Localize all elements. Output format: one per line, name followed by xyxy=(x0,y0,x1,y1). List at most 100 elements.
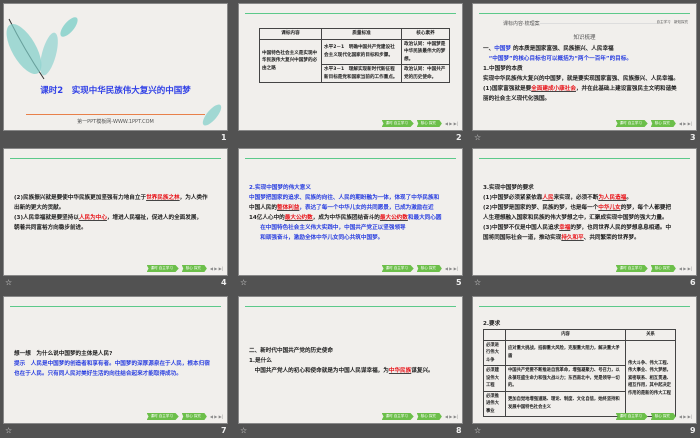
slide-number: 1 xyxy=(221,133,227,142)
nav-arrows-icon[interactable]: ◀ ▶ ▶| xyxy=(679,414,692,419)
slide-number: 5 xyxy=(456,278,462,287)
nav-self-study-button[interactable]: 课时 自主学习 xyxy=(615,120,648,127)
relation-cell: 伟大斗争、伟大工程、伟大事业、伟大梦想，紧密联系、相互贯通、相互作用，其中起决定… xyxy=(625,339,676,417)
text-segment: 14亿人心中的 xyxy=(249,215,285,221)
slide-thumbnail-4[interactable]: (2)民族振兴就是要使中华民族更加坚强有力地自立于世界民族之林，为人类作 出新的更… xyxy=(3,148,228,276)
slide-thumbnail-9[interactable]: 2.要求 内容 关系 必须进行伟大斗争 应对重大挑战，抵御重大风险，克服重大阻力，解决重… xyxy=(472,296,697,424)
text-segment: 在中国特色社会主义伟大实践中，中国共产党正以坚强领导 xyxy=(249,225,406,231)
text-segment: 提示 人民是中国梦的创造者和享有者。中国梦的深厚源泉在于人民，根本归宿 xyxy=(14,361,210,367)
text-line: 在中国特色社会主义伟大实践中，中国共产党正以坚强领导 xyxy=(249,223,454,233)
nav-self-study-button[interactable]: 课时 自主学习 xyxy=(381,265,414,272)
slide-nav: 课时 自主学习 核心 探究 ◀ ▶ ▶| xyxy=(381,265,458,272)
slide-content: 想一想 为什么说中国梦的主体是人民? 提示 人民是中国梦的创造者和享有者。中国梦的… xyxy=(14,349,219,379)
nav-core-explore-button[interactable]: 核心 探究 xyxy=(416,413,442,420)
transition-star-icon[interactable]: ☆ xyxy=(5,278,12,287)
table-cell: 中国特色社会主义是实现中华民族伟大复兴中国梦的必由之路 xyxy=(259,38,322,83)
nav-core-explore-button[interactable]: 核心 探究 xyxy=(416,120,442,127)
text-segment: (3)中国梦不仅是中国人民追求 xyxy=(483,225,560,231)
slide-content: 二、新时代中国共产党的历史使命 1.是什么 中国共产党人的初心和使命就是为中国人民… xyxy=(249,346,454,376)
text-segment: 中国梦把国家的追求、民族的向往、人民的期盼融为一体，体现了中华民族和 xyxy=(249,195,440,201)
text-segment: 朝着共同富裕方向稳步前进。 xyxy=(14,225,87,231)
nav-self-study-button[interactable]: 课时 自主学习 xyxy=(615,265,648,272)
green-rule xyxy=(10,306,221,307)
slide-thumbnail-2[interactable]: 课标内容 质量标准 核心素养 中国特色社会主义是实现中华民族伟大复兴中国梦的必由之路水… xyxy=(238,3,463,131)
divider-line xyxy=(26,114,205,115)
transition-star-icon[interactable]: ☆ xyxy=(474,426,481,435)
text-segment: 丽的社会主义现代化强国。 xyxy=(483,96,551,102)
slide-thumbnail-5[interactable]: 2.实现中国梦的伟大意义 中国梦把国家的追求、民族的向往、人民的期盼融为一体，体现… xyxy=(238,148,463,276)
slide-nav: 课时 自主学习 核心 探究 ◀ ▶ ▶| xyxy=(146,413,223,420)
text-line: 想一想 为什么说中国梦的主体是人民? xyxy=(14,349,219,359)
text-line: 中国人民的整体利益，表达了每一个中华儿女的共同愿景，已成为激励在近 xyxy=(249,203,454,213)
slide-header: 课标内容·梳理案 自主学习 新知探究 xyxy=(481,20,688,27)
text-line: 出新的更大的贡献。 xyxy=(14,203,219,213)
nav-arrows-icon[interactable]: ◀ ▶ ▶| xyxy=(679,266,692,271)
text-line: 实现中华民族伟大复兴的中国梦，就是要实现国家富强、民族振兴、人民幸福。 xyxy=(483,74,688,84)
table-cell: 水平3－1 理解实现新时代新征程新目标是党和国家当前的工作重点。 xyxy=(321,64,402,83)
nav-self-study-button[interactable]: 课时 自主学习 xyxy=(381,413,414,420)
nav-self-study-button[interactable]: 课时 自主学习 xyxy=(146,265,179,272)
table-cell: 政治认同：中国梦是中华民族最伟大的梦想。 xyxy=(401,38,450,65)
green-rule xyxy=(245,158,456,159)
slide-thumbnail-1[interactable]: 课时2 实现中华民族伟大复兴的中国梦 第一PPT模板网-WWW.1PPT.COM xyxy=(3,3,228,131)
nav-self-study-button[interactable]: 课时 自主学习 xyxy=(615,413,648,420)
transition-star-icon[interactable]: ☆ xyxy=(474,133,481,142)
slide-thumbnail-3[interactable]: 课标内容·梳理案 自主学习 新知探究 知识梳理 一、中国梦 的本质是国家富强、民族振兴… xyxy=(472,3,697,131)
text-segment: 实现中华民族伟大复兴的中国梦，就是要实现国家富强、民族振兴、人民幸福。 xyxy=(483,76,679,82)
text-segment: 谋复兴。 xyxy=(411,368,434,374)
text-segment: 1.中国梦的本质 xyxy=(483,66,523,72)
text-line: 丽的社会主义现代化强国。 xyxy=(483,94,688,104)
slide-number: 8 xyxy=(456,426,462,435)
nav-arrows-icon[interactable]: ◀ ▶ ▶| xyxy=(679,121,692,126)
feather-decoration-icon xyxy=(202,104,222,126)
nav-arrows-icon[interactable]: ◀ ▶ ▶| xyxy=(445,266,458,271)
nav-core-explore-button[interactable]: 核心 探究 xyxy=(181,265,207,272)
text-segment: 。 xyxy=(626,195,632,201)
table-header: 关系 xyxy=(625,329,676,341)
table-cell: 政治认同：中国共产党的历史使命。 xyxy=(401,64,450,83)
text-line: 1.是什么 xyxy=(249,356,454,366)
fill-in-answer: 最大公约数 xyxy=(284,215,313,221)
nav-core-explore-button[interactable]: 核心 探究 xyxy=(416,265,442,272)
transition-star-icon[interactable]: ☆ xyxy=(240,278,247,287)
nav-arrows-icon[interactable]: ◀ ▶ ▶| xyxy=(210,414,223,419)
text-segment: 也在于人民。只有同人民对美好生活的向往结合起来才能取得成功。 xyxy=(14,371,182,377)
slide-content: (2)民族振兴就是要使中华民族更加坚强有力地自立于世界民族之林，为人类作 出新的更… xyxy=(14,193,219,233)
table-cell: 水平2－1 明确中国共产党建设社会主义现代化国家的目标和步骤。 xyxy=(321,38,402,65)
slide-number: 7 xyxy=(221,426,227,435)
green-rule xyxy=(245,13,456,14)
slide-number: 4 xyxy=(221,278,227,287)
nav-self-study-button[interactable]: 课时 自主学习 xyxy=(146,413,179,420)
slide-number: 2 xyxy=(456,133,462,142)
nav-core-explore-button[interactable]: 核心 探究 xyxy=(181,413,207,420)
header-label: 课标内容·梳理案 xyxy=(481,20,540,27)
transition-star-icon[interactable]: ☆ xyxy=(474,278,481,287)
slide-thumbnail-8[interactable]: 二、新时代中国共产党的历史使命 1.是什么 中国共产党人的初心和使命就是为中国人民… xyxy=(238,296,463,424)
text-segment: 中国共产党人的初心和使命就是为中国人民谋幸福，为 xyxy=(249,368,389,374)
nav-core-explore-button[interactable]: 核心 探究 xyxy=(650,120,676,127)
green-rule xyxy=(10,158,221,159)
nav-arrows-icon[interactable]: ◀ ▶ ▶| xyxy=(445,414,458,419)
green-rule xyxy=(479,158,690,159)
nav-core-explore-button[interactable]: 核心 探究 xyxy=(650,265,676,272)
slide-thumbnail-6[interactable]: 3.实现中国梦的要求 (1)中国梦必须紧紧依靠人民来实现，必须不断为人民造福。 (2… xyxy=(472,148,697,276)
text-line: 1.中国梦的本质 xyxy=(483,64,688,74)
nav-self-study-button[interactable]: 课时 自主学习 xyxy=(381,120,414,127)
text-line: 和顽强奋斗，激励全体中华儿女同心共筑中国梦。 xyxy=(249,233,454,243)
fill-in-answer: 整体利益 xyxy=(276,205,300,211)
nav-arrows-icon[interactable]: ◀ ▶ ▶| xyxy=(210,266,223,271)
text-line: (1)中国梦必须紧紧依靠人民来实现，必须不断为人民造福。 xyxy=(483,193,688,203)
slide-thumbnail-7[interactable]: 想一想 为什么说中国梦的主体是人民? 提示 人民是中国梦的创造者和享有者。中国梦的… xyxy=(3,296,228,424)
nav-core-explore-button[interactable]: 核心 探究 xyxy=(650,413,676,420)
transition-star-icon[interactable]: ☆ xyxy=(240,426,247,435)
text-line: (2)中国梦是国家的梦、民族的梦，也是每一个中华儿女的梦，每个人都要把 xyxy=(483,203,688,213)
nav-arrows-icon[interactable]: ◀ ▶ ▶| xyxy=(445,121,458,126)
transition-star-icon[interactable]: ☆ xyxy=(5,426,12,435)
curriculum-table: 课标内容 质量标准 核心素养 中国特色社会主义是实现中华民族伟大复兴中国梦的必由之路水… xyxy=(259,28,450,83)
text-segment: 和顽强奋斗，激励全体中华儿女同心共筑中国梦。 xyxy=(249,235,384,241)
section-title: 知识梳理 xyxy=(573,35,596,41)
fill-in-answer: 最大公约数 xyxy=(379,215,408,221)
text-segment: 中国梦 xyxy=(494,46,511,52)
text-line: 人生理想融入国家和民族的伟大梦想之中，汇聚成实现中国梦的强大力量。 xyxy=(483,213,688,223)
slide-nav: 课时 自主学习 核心 探究 ◀ ▶ ▶| xyxy=(146,265,223,272)
